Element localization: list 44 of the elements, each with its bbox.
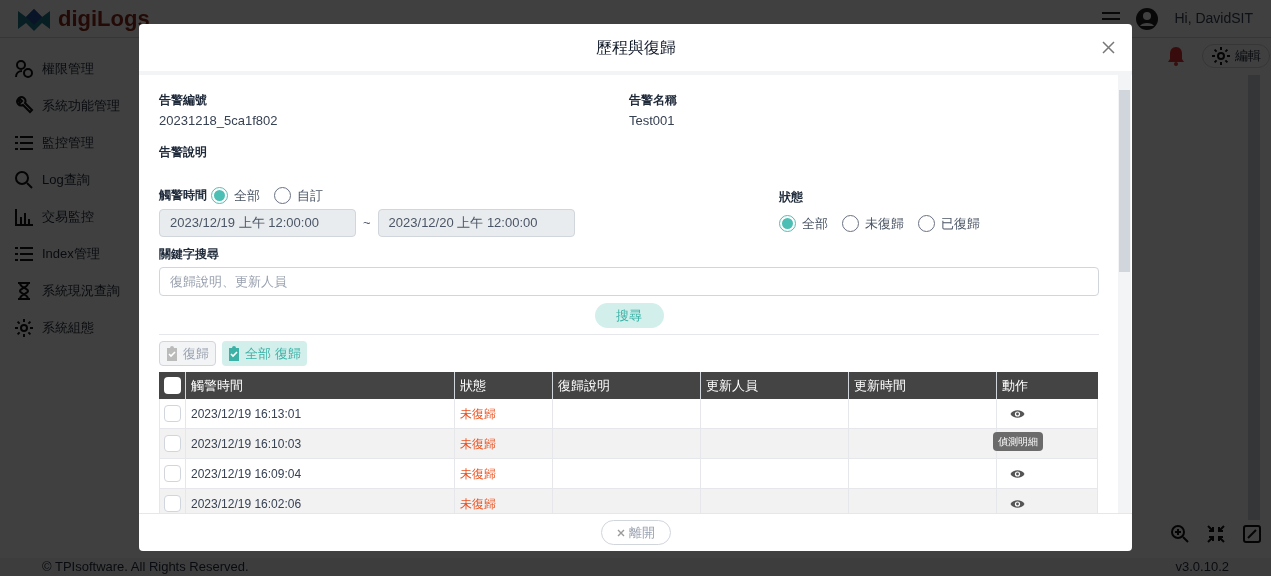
radio-label: 全部 <box>234 186 260 205</box>
row-checkbox[interactable] <box>164 495 181 512</box>
field-label: 觸警時間 <box>159 187 207 205</box>
logo-text: digiLogs <box>58 5 150 33</box>
keyword-search-field[interactable]: 復歸說明、更新人員 <box>159 267 1099 296</box>
close-icon[interactable] <box>1102 41 1115 54</box>
tooltip: 偵測明細 <box>993 432 1043 451</box>
row-checkbox[interactable] <box>164 435 181 452</box>
restore-all-button[interactable]: 全部 復歸 <box>222 341 307 366</box>
column-header: 動作 <box>1001 376 1029 395</box>
clipboard-check-icon <box>166 346 178 361</box>
range-separator: ~ <box>363 214 371 233</box>
row-checkbox[interactable] <box>164 465 181 482</box>
field-value: 20231218_5ca1f802 <box>159 112 279 130</box>
field-value: Test001 <box>629 112 676 130</box>
table-cell-text: 2023/12/19 16:13:01 <box>191 405 302 423</box>
eye-icon[interactable] <box>1010 408 1025 419</box>
field-label: 告警說明 <box>159 143 208 161</box>
eye-icon[interactable] <box>1010 468 1025 479</box>
start-date-field[interactable]: 2023/12/19 上午 12:00:00 <box>159 209 356 237</box>
field-label: 關鍵字搜尋 <box>159 246 220 263</box>
radio-label: 自訂 <box>297 186 323 205</box>
select-all-checkbox[interactable] <box>163 377 181 394</box>
status-text: 未復歸 <box>460 465 496 483</box>
field-label: 狀態 <box>779 188 804 206</box>
table-cell-text: 2023/12/19 16:10:03 <box>191 435 302 453</box>
table-cell-text: 2023/12/19 16:02:06 <box>191 495 302 513</box>
x-icon <box>616 528 625 537</box>
field-label: 告警編號 <box>159 92 208 109</box>
table-cell-text: 2023/12/19 16:09:04 <box>191 465 302 483</box>
clipboard-check-icon <box>228 346 240 361</box>
end-date-field[interactable]: 2023/12/20 上午 12:00:00 <box>377 209 575 237</box>
status-text: 未復歸 <box>460 435 496 453</box>
search-button[interactable]: 搜尋 <box>594 303 664 328</box>
row-checkbox[interactable] <box>164 405 181 422</box>
scrollbar[interactable] <box>1118 75 1131 513</box>
status-text: 未復歸 <box>460 405 496 423</box>
field-label: 告警名稱 <box>629 92 678 109</box>
status-text: 未復歸 <box>460 495 496 513</box>
radio-label: 全部 <box>802 214 828 233</box>
radio-label: 未復歸 <box>865 214 904 233</box>
radio-label: 已復歸 <box>941 214 980 233</box>
eye-icon[interactable] <box>1010 498 1025 509</box>
dialog-title: 歷程與復歸 <box>595 37 676 58</box>
